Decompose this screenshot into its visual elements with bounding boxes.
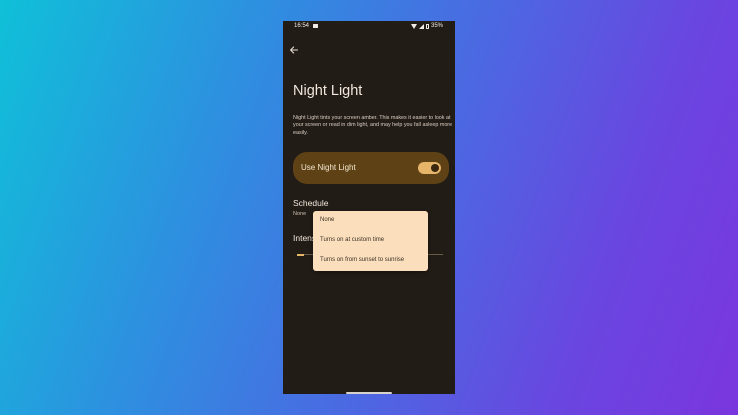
notification-square-icon (313, 23, 318, 28)
switch-knob (431, 164, 439, 172)
schedule-dropdown-menu: None Turns on at custom time Turns on fr… (313, 211, 428, 271)
use-night-light-toggle-row[interactable]: Use Night Light (293, 152, 449, 184)
status-bar: 16:54 35% (283, 21, 455, 31)
home-indicator[interactable] (346, 392, 392, 394)
dropdown-option-none[interactable]: None (320, 217, 334, 223)
dropdown-option-custom-time[interactable]: Turns on at custom time (320, 237, 384, 243)
night-light-switch[interactable] (418, 162, 441, 174)
status-time: 16:54 (294, 23, 310, 29)
intensity-slider-fill (297, 253, 305, 256)
signal-icon (418, 23, 424, 29)
wifi-icon (410, 23, 417, 29)
schedule-value: None (293, 211, 307, 217)
page-description: Night Light tints your screen amber. Thi… (293, 115, 453, 136)
dropdown-option-sunset-sunrise[interactable]: Turns on from sunset to sunrise (320, 257, 404, 263)
toggle-label: Use Night Light (301, 163, 356, 172)
back-arrow-icon[interactable] (289, 42, 299, 54)
battery-percent: 35% (430, 23, 443, 29)
phone-screen: 16:54 35% Night Light Night Light tints … (283, 21, 455, 394)
page-title: Night Light (293, 83, 363, 99)
battery-icon (425, 23, 429, 29)
status-icons: 35% (410, 23, 443, 29)
schedule-title[interactable]: Schedule (293, 198, 328, 208)
